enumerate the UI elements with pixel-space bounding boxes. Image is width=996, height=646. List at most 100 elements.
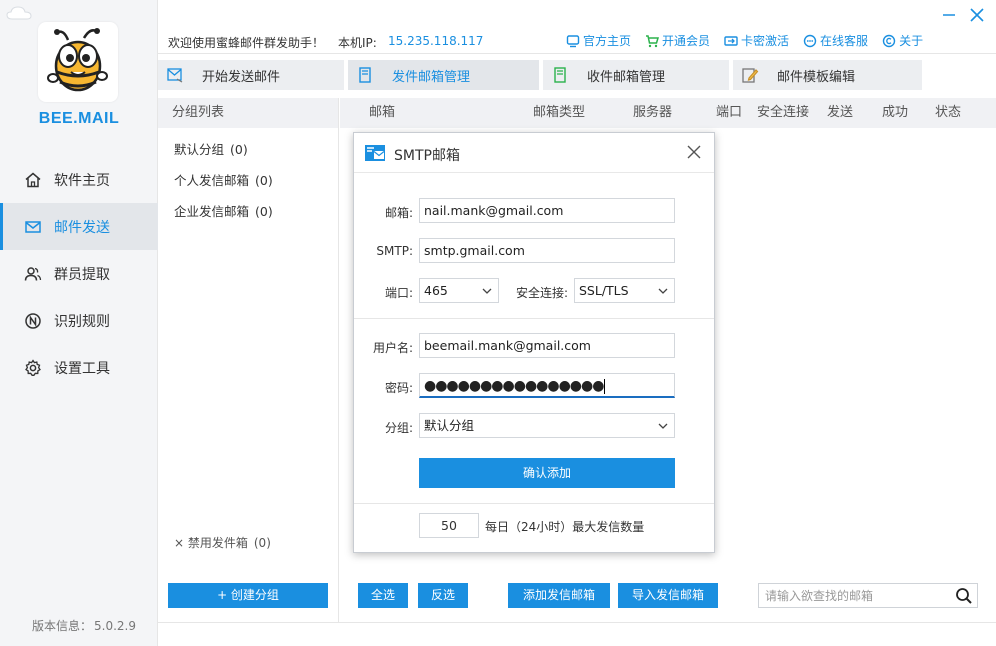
chevron-down-icon xyxy=(482,288,492,294)
username-field[interactable]: beemail.mank@gmail.com xyxy=(419,333,675,358)
bottom-divider xyxy=(158,622,996,623)
official-site-label: 官方主页 xyxy=(583,34,632,48)
activate-label: 卡密激活 xyxy=(741,34,790,48)
add-sender-button[interactable]: 添加发信邮箱 xyxy=(508,583,610,608)
version-number: 5.0.2.9 xyxy=(94,619,136,633)
ip-label: 本机IP: xyxy=(338,36,377,50)
chevron-down-icon xyxy=(658,288,668,294)
section-divider xyxy=(354,503,714,504)
cart-icon xyxy=(645,34,660,48)
column-header[interactable]: 服务器 xyxy=(633,98,672,128)
gear-icon xyxy=(24,358,42,377)
vip-label: 开通会员 xyxy=(662,34,711,48)
group-label: 分组: xyxy=(384,421,413,435)
nav-item-label: 群员提取 xyxy=(54,266,110,283)
mail-icon xyxy=(24,218,42,236)
tab-label: 发件邮箱管理 xyxy=(392,69,471,85)
group-value: 默认分组 xyxy=(424,418,475,433)
tab-sender-mailbox[interactable]: 发件邮箱管理 xyxy=(348,60,539,90)
dialog-header: SMTP邮箱 xyxy=(354,133,714,173)
users-icon xyxy=(24,265,42,283)
main-tabs: 开始发送邮件 发件邮箱管理 收件邮箱管理 邮件模板编辑 xyxy=(158,60,926,90)
security-value: SSL/TLS xyxy=(579,283,629,298)
smtp-field[interactable]: smtp.gmail.com xyxy=(419,238,675,263)
group-count: (0) xyxy=(255,204,273,219)
mailbox-icon xyxy=(365,145,385,161)
nav-item-member-extract[interactable]: 群员提取 xyxy=(0,250,158,297)
confirm-add-button[interactable]: 确认添加 xyxy=(419,458,675,488)
top-bar: 欢迎使用蜜蜂邮件群发助手！ 本机IP: 15.235.118.117 官方主页 … xyxy=(158,0,996,54)
search-input[interactable] xyxy=(759,584,949,607)
document-icon xyxy=(551,66,569,84)
bee-logo xyxy=(38,22,118,102)
group-item-enterprise[interactable]: 企业发信邮箱 (0) xyxy=(158,196,338,227)
text-cursor xyxy=(604,379,606,394)
support-link[interactable]: 在线客服 xyxy=(803,32,868,49)
close-icon[interactable] xyxy=(968,6,986,24)
official-site-link[interactable]: 官方主页 xyxy=(566,32,631,49)
about-label: 关于 xyxy=(899,34,924,48)
column-header[interactable]: 状态 xyxy=(935,98,961,128)
column-header[interactable]: 安全连接 xyxy=(757,98,809,128)
version-info: 版本信息： 5.0.2.9 xyxy=(30,617,136,634)
group-panel: 分组列表 默认分组 (0) 个人发信邮箱 (0) 企业发信邮箱 (0) × 禁用发件箱… xyxy=(158,98,339,622)
port-select[interactable]: 465 xyxy=(419,278,499,303)
vip-link[interactable]: 开通会员 xyxy=(645,32,710,49)
send-mail-icon xyxy=(166,66,184,84)
nav-item-label: 软件主页 xyxy=(54,172,110,189)
nav-item-rules[interactable]: 识别规则 xyxy=(0,297,158,344)
invert-selection-button[interactable]: 反选 xyxy=(418,583,468,608)
group-label: 企业发信邮箱 xyxy=(174,204,250,219)
group-label: 个人发信邮箱 xyxy=(174,173,250,188)
column-header[interactable]: 成功 xyxy=(882,98,908,128)
nav-item-label: 设置工具 xyxy=(54,360,110,377)
brand-name: BEE.MAIL xyxy=(38,110,120,127)
group-list-header: 分组列表 xyxy=(158,98,338,128)
import-sender-button[interactable]: 导入发信邮箱 xyxy=(618,583,718,608)
rule-icon xyxy=(24,312,42,330)
document-icon xyxy=(356,66,374,84)
about-link[interactable]: 关于 xyxy=(882,32,923,49)
port-label: 端口: xyxy=(384,286,413,300)
create-group-button[interactable]: + 创建分组 xyxy=(168,583,328,608)
username-label: 用户名: xyxy=(372,341,413,355)
group-item-personal[interactable]: 个人发信邮箱 (0) xyxy=(158,165,338,196)
monitor-icon xyxy=(566,34,580,48)
activate-link[interactable]: 卡密激活 xyxy=(724,32,789,49)
chevron-down-icon xyxy=(658,423,668,429)
tab-start-sending[interactable]: 开始发送邮件 xyxy=(158,60,344,90)
daily-limit-input[interactable]: 50 xyxy=(419,513,479,538)
group-item-default[interactable]: 默认分组 (0) xyxy=(158,134,338,165)
security-select[interactable]: SSL/TLS xyxy=(574,278,675,303)
nav-item-label: 识别规则 xyxy=(54,313,110,330)
tab-label: 开始发送邮件 xyxy=(202,69,281,85)
welcome-text: 欢迎使用蜜蜂邮件群发助手！ xyxy=(168,36,325,50)
group-select[interactable]: 默认分组 xyxy=(419,413,675,438)
group-item-disabled[interactable]: × 禁用发件箱 (0) xyxy=(174,534,271,551)
tab-recipient-mailbox[interactable]: 收件邮箱管理 xyxy=(543,60,729,90)
search-box xyxy=(758,583,978,608)
tab-template-edit[interactable]: 邮件模板编辑 xyxy=(733,60,922,90)
close-icon[interactable] xyxy=(686,144,702,160)
column-header[interactable]: 端口 xyxy=(716,98,742,128)
minimize-icon[interactable] xyxy=(942,6,956,24)
port-value: 465 xyxy=(424,283,448,298)
group-count: (0) xyxy=(255,173,273,188)
column-header[interactable]: 邮箱 xyxy=(369,98,395,128)
chat-icon xyxy=(803,34,817,48)
group-list: 默认分组 (0) 个人发信邮箱 (0) 企业发信邮箱 (0) xyxy=(158,128,338,227)
nav-item-mail-send[interactable]: 邮件发送 xyxy=(0,203,158,250)
password-field[interactable]: ●●●●●●●●●●●●●●●● xyxy=(419,373,675,398)
section-divider xyxy=(354,318,714,319)
nav-item-home[interactable]: 软件主页 xyxy=(0,156,158,203)
search-icon[interactable] xyxy=(955,587,973,605)
tab-label: 邮件模板编辑 xyxy=(777,69,856,85)
nav-item-settings[interactable]: 设置工具 xyxy=(0,344,158,391)
column-header[interactable]: 发送 xyxy=(827,98,853,128)
group-label: 默认分组 xyxy=(174,142,225,157)
smtp-label: SMTP: xyxy=(376,244,413,258)
password-mask: ●●●●●●●●●●●●●●●● xyxy=(424,378,604,394)
email-field[interactable]: nail.mank@gmail.com xyxy=(419,198,675,223)
column-header[interactable]: 邮箱类型 xyxy=(533,98,585,128)
select-all-button[interactable]: 全选 xyxy=(358,583,408,608)
